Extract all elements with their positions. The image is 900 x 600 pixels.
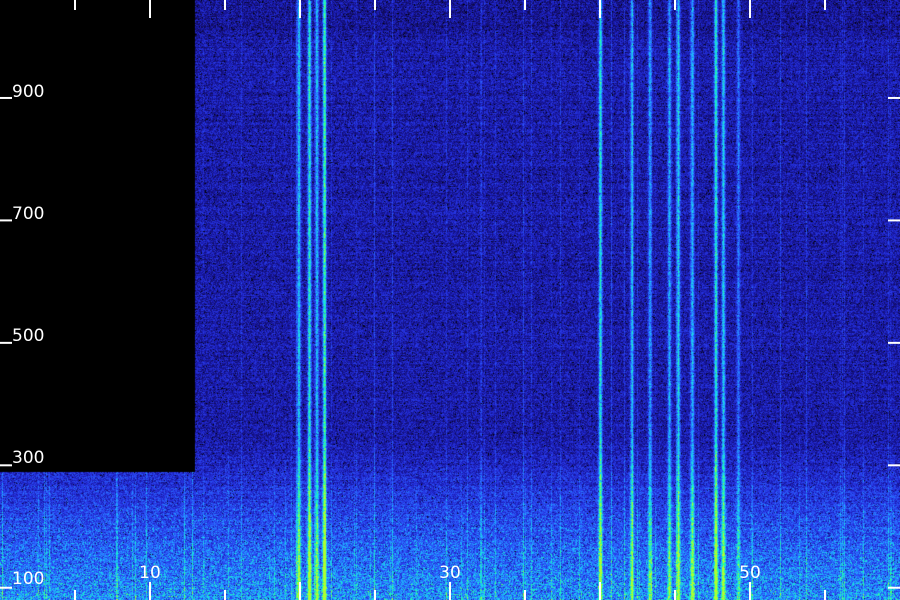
- y-tick-label-100: 100: [12, 569, 44, 589]
- x-tick-label-30: 30: [439, 563, 461, 583]
- y-tick-label-700: 700: [12, 204, 44, 224]
- axes-overlay: 10 30 50 100 300 500 700 900: [0, 0, 900, 600]
- x-tick-label-10: 10: [139, 563, 161, 583]
- y-tick-label-500: 500: [12, 326, 44, 346]
- y-tick-label-900: 900: [12, 82, 44, 102]
- spectrogram-chart: 10 30 50 100 300 500 700 900: [0, 0, 900, 600]
- y-tick-label-300: 300: [12, 448, 44, 468]
- x-tick-label-50: 50: [739, 563, 761, 583]
- tick-marks: [0, 0, 900, 600]
